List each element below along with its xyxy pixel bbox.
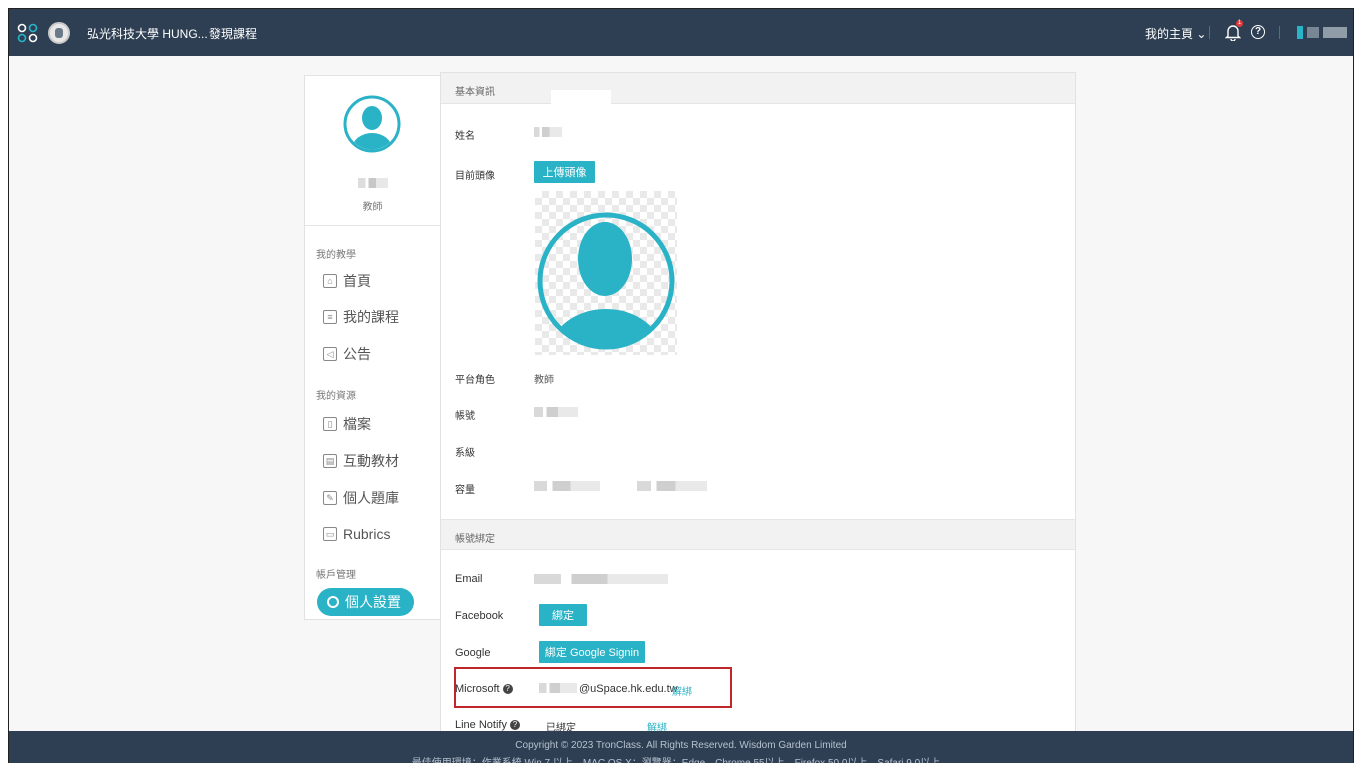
basic-info-header: 基本資訊 [441,73,1075,104]
avatar-preview [535,191,677,355]
settings-panel: 基本資訊 姓名 目前頭像 上傳頭像 平台角色 教師 帳號 系級 容量 帳號綁定 … [440,72,1076,744]
avatar-label: 目前頭像 [455,171,495,182]
document-icon: ≡ [323,310,337,324]
upload-avatar-button[interactable]: 上傳頭像 [534,161,595,183]
app-window: 弘光科技大學 HUNG... 發現課程 我的主頁 ⌄ 1 ? 教師 我的教學 ⌂ [8,8,1354,763]
school-seal-icon[interactable] [48,22,70,44]
user-name-redacted[interactable] [1307,27,1347,38]
sidebar-item-label: 個人題庫 [343,490,399,506]
bind-google-button[interactable]: 綁定 Google Signin [539,641,645,663]
rubrics-icon: ▭ [323,527,337,541]
sidebar-item-personal-settings[interactable]: 個人設置 [317,588,414,616]
line-notify-label-text: Line Notify [455,719,507,731]
sidebar-item-my-courses[interactable]: ≡ 我的課程 [323,307,399,327]
environment-text: 最佳使用環境：作業系統 Win 7 以上，MAC OS X；瀏覽器：Edge，C… [9,754,1353,763]
navbar-divider [1279,26,1280,39]
divider [305,225,440,226]
file-icon: ▯ [323,417,337,431]
sidebar-item-label: 首頁 [343,273,371,289]
account-label: 帳號 [455,411,475,422]
line-notify-label: Line Notify? [455,719,520,731]
microsoft-label: Microsoft? [455,683,513,695]
sidebar-item-label: 互動教材 [343,453,399,469]
storage-value-redacted [534,481,600,491]
user-avatar[interactable] [1297,26,1303,39]
sidebar-item-label: 個人設置 [345,594,401,610]
microsoft-user-redacted [539,683,577,693]
name-label: 姓名 [455,131,475,142]
department-label: 系級 [455,448,475,459]
my-homepage-dropdown[interactable]: 我的主頁 ⌄ [1145,25,1206,42]
account-value-redacted [534,407,578,417]
email-label: Email [455,573,483,585]
user-role: 教師 [362,202,383,213]
help-icon[interactable]: ? [502,684,513,695]
user-name-redacted [305,177,440,191]
microsoft-account-value: @uSpace.hk.edu.tw [579,683,678,695]
profile-sidebar: 教師 我的教學 ⌂ 首頁 ≡ 我的課程 ◁ 公告 我的資源 ▯ 檔案 ▤ 互動教… [304,75,441,620]
facebook-label: Facebook [455,610,504,622]
account-binding-header: 帳號綁定 [441,519,1075,550]
bind-facebook-button[interactable]: 綁定 [539,604,587,626]
section-label-teaching: 我的教學 [316,250,356,261]
sidebar-item-files[interactable]: ▯ 檔案 [323,414,371,434]
section-label-account: 帳戶管理 [316,570,356,581]
google-label: Google [455,647,491,659]
sidebar-item-label: Rubrics [343,526,391,542]
sidebar-item-label: 我的課程 [343,309,399,325]
sidebar-item-rubrics[interactable]: ▭ Rubrics [323,524,390,544]
sidebar-item-home[interactable]: ⌂ 首頁 [323,271,371,291]
sidebar-item-question-bank[interactable]: ✎ 個人題庫 [323,488,399,508]
sidebar-item-label: 公告 [343,346,371,362]
school-name-link[interactable]: 弘光科技大學 HUNG... [87,25,208,42]
notification-badge: 1 [1236,20,1243,27]
top-navbar: 弘光科技大學 HUNG... 發現課程 我的主頁 ⌄ 1 ? [9,9,1353,56]
platform-role-value: 教師 [534,375,554,386]
storage-value-redacted [637,481,707,491]
microsoft-unbind-link[interactable]: 解綁 [672,683,692,698]
page-footer: Copyright © 2023 TronClass. All Rights R… [9,731,1353,763]
sidebar-item-announcements[interactable]: ◁ 公告 [323,344,371,364]
storage-label: 容量 [455,485,475,496]
settings-icon [327,596,339,608]
help-icon[interactable]: ? [1251,25,1265,39]
megaphone-icon: ◁ [323,347,337,361]
question-bank-icon: ✎ [323,491,337,505]
sidebar-item-label: 檔案 [343,416,371,432]
sidebar-item-interactive-materials[interactable]: ▤ 互動教材 [323,451,399,471]
section-title: 帳號綁定 [455,534,495,545]
user-avatar-icon [343,95,401,153]
navbar-divider [1209,26,1210,39]
microsoft-label-text: Microsoft [455,683,500,695]
user-avatar-icon [537,212,675,350]
interactive-material-icon: ▤ [323,454,337,468]
section-label-resources: 我的資源 [316,391,356,402]
platform-role-label: 平台角色 [455,375,495,386]
app-grid-logo-icon[interactable] [17,23,39,43]
section-title: 基本資訊 [455,87,495,98]
discover-courses-link[interactable]: 發現課程 [209,25,257,42]
email-value-redacted [534,574,668,584]
home-icon: ⌂ [323,274,337,288]
help-icon[interactable]: ? [509,720,520,731]
tab-indicator [551,90,611,104]
copyright-text: Copyright © 2023 TronClass. All Rights R… [515,740,847,751]
name-value-redacted [534,127,562,137]
